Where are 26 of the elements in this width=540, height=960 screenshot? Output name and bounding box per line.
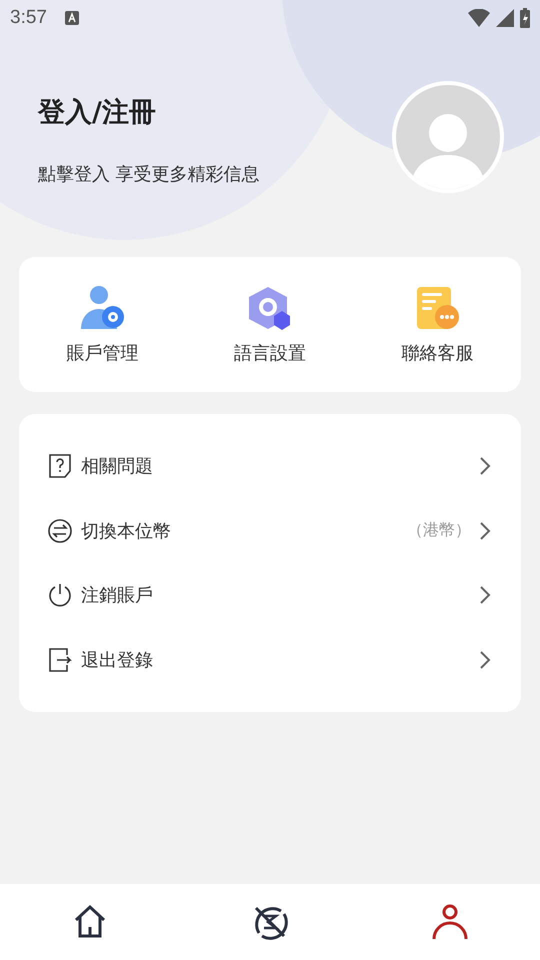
currency-value: （港幣） — [407, 520, 471, 542]
chevron-right-icon — [479, 585, 491, 606]
login-subtitle: 點擊登入 享受更多精彩信息 — [38, 162, 261, 186]
battery-icon — [520, 8, 530, 28]
home-icon — [72, 904, 108, 940]
logout-icon — [47, 646, 73, 673]
chevron-right-icon — [479, 456, 491, 476]
profile-icon — [431, 903, 469, 941]
menu-item-label[interactable]: 切換本位幣 — [81, 518, 399, 543]
menu-item-label[interactable]: 退出登錄 — [81, 648, 471, 672]
account-settings-icon — [78, 284, 127, 330]
menu-item-label[interactable]: 相關問題 — [81, 454, 471, 478]
wifi-icon — [468, 9, 490, 27]
shortcut-label[interactable]: 賬戶管理 — [66, 340, 139, 364]
exchange-icon — [47, 518, 73, 544]
chevron-right-icon — [479, 520, 491, 541]
menu-item-label[interactable]: 注銷賬戶 — [81, 583, 471, 608]
login-title[interactable]: 登入/注冊 — [38, 94, 392, 130]
signal-icon — [496, 9, 514, 27]
shortcut-label[interactable]: 聯絡客服 — [401, 340, 474, 364]
chevron-right-icon — [479, 650, 491, 670]
help-document-icon — [47, 453, 73, 480]
status-time: 3:57 — [10, 7, 47, 29]
shortcut-label[interactable]: 語言設置 — [234, 340, 306, 364]
keyboard-notification-icon — [64, 11, 79, 25]
power-icon — [47, 582, 73, 608]
